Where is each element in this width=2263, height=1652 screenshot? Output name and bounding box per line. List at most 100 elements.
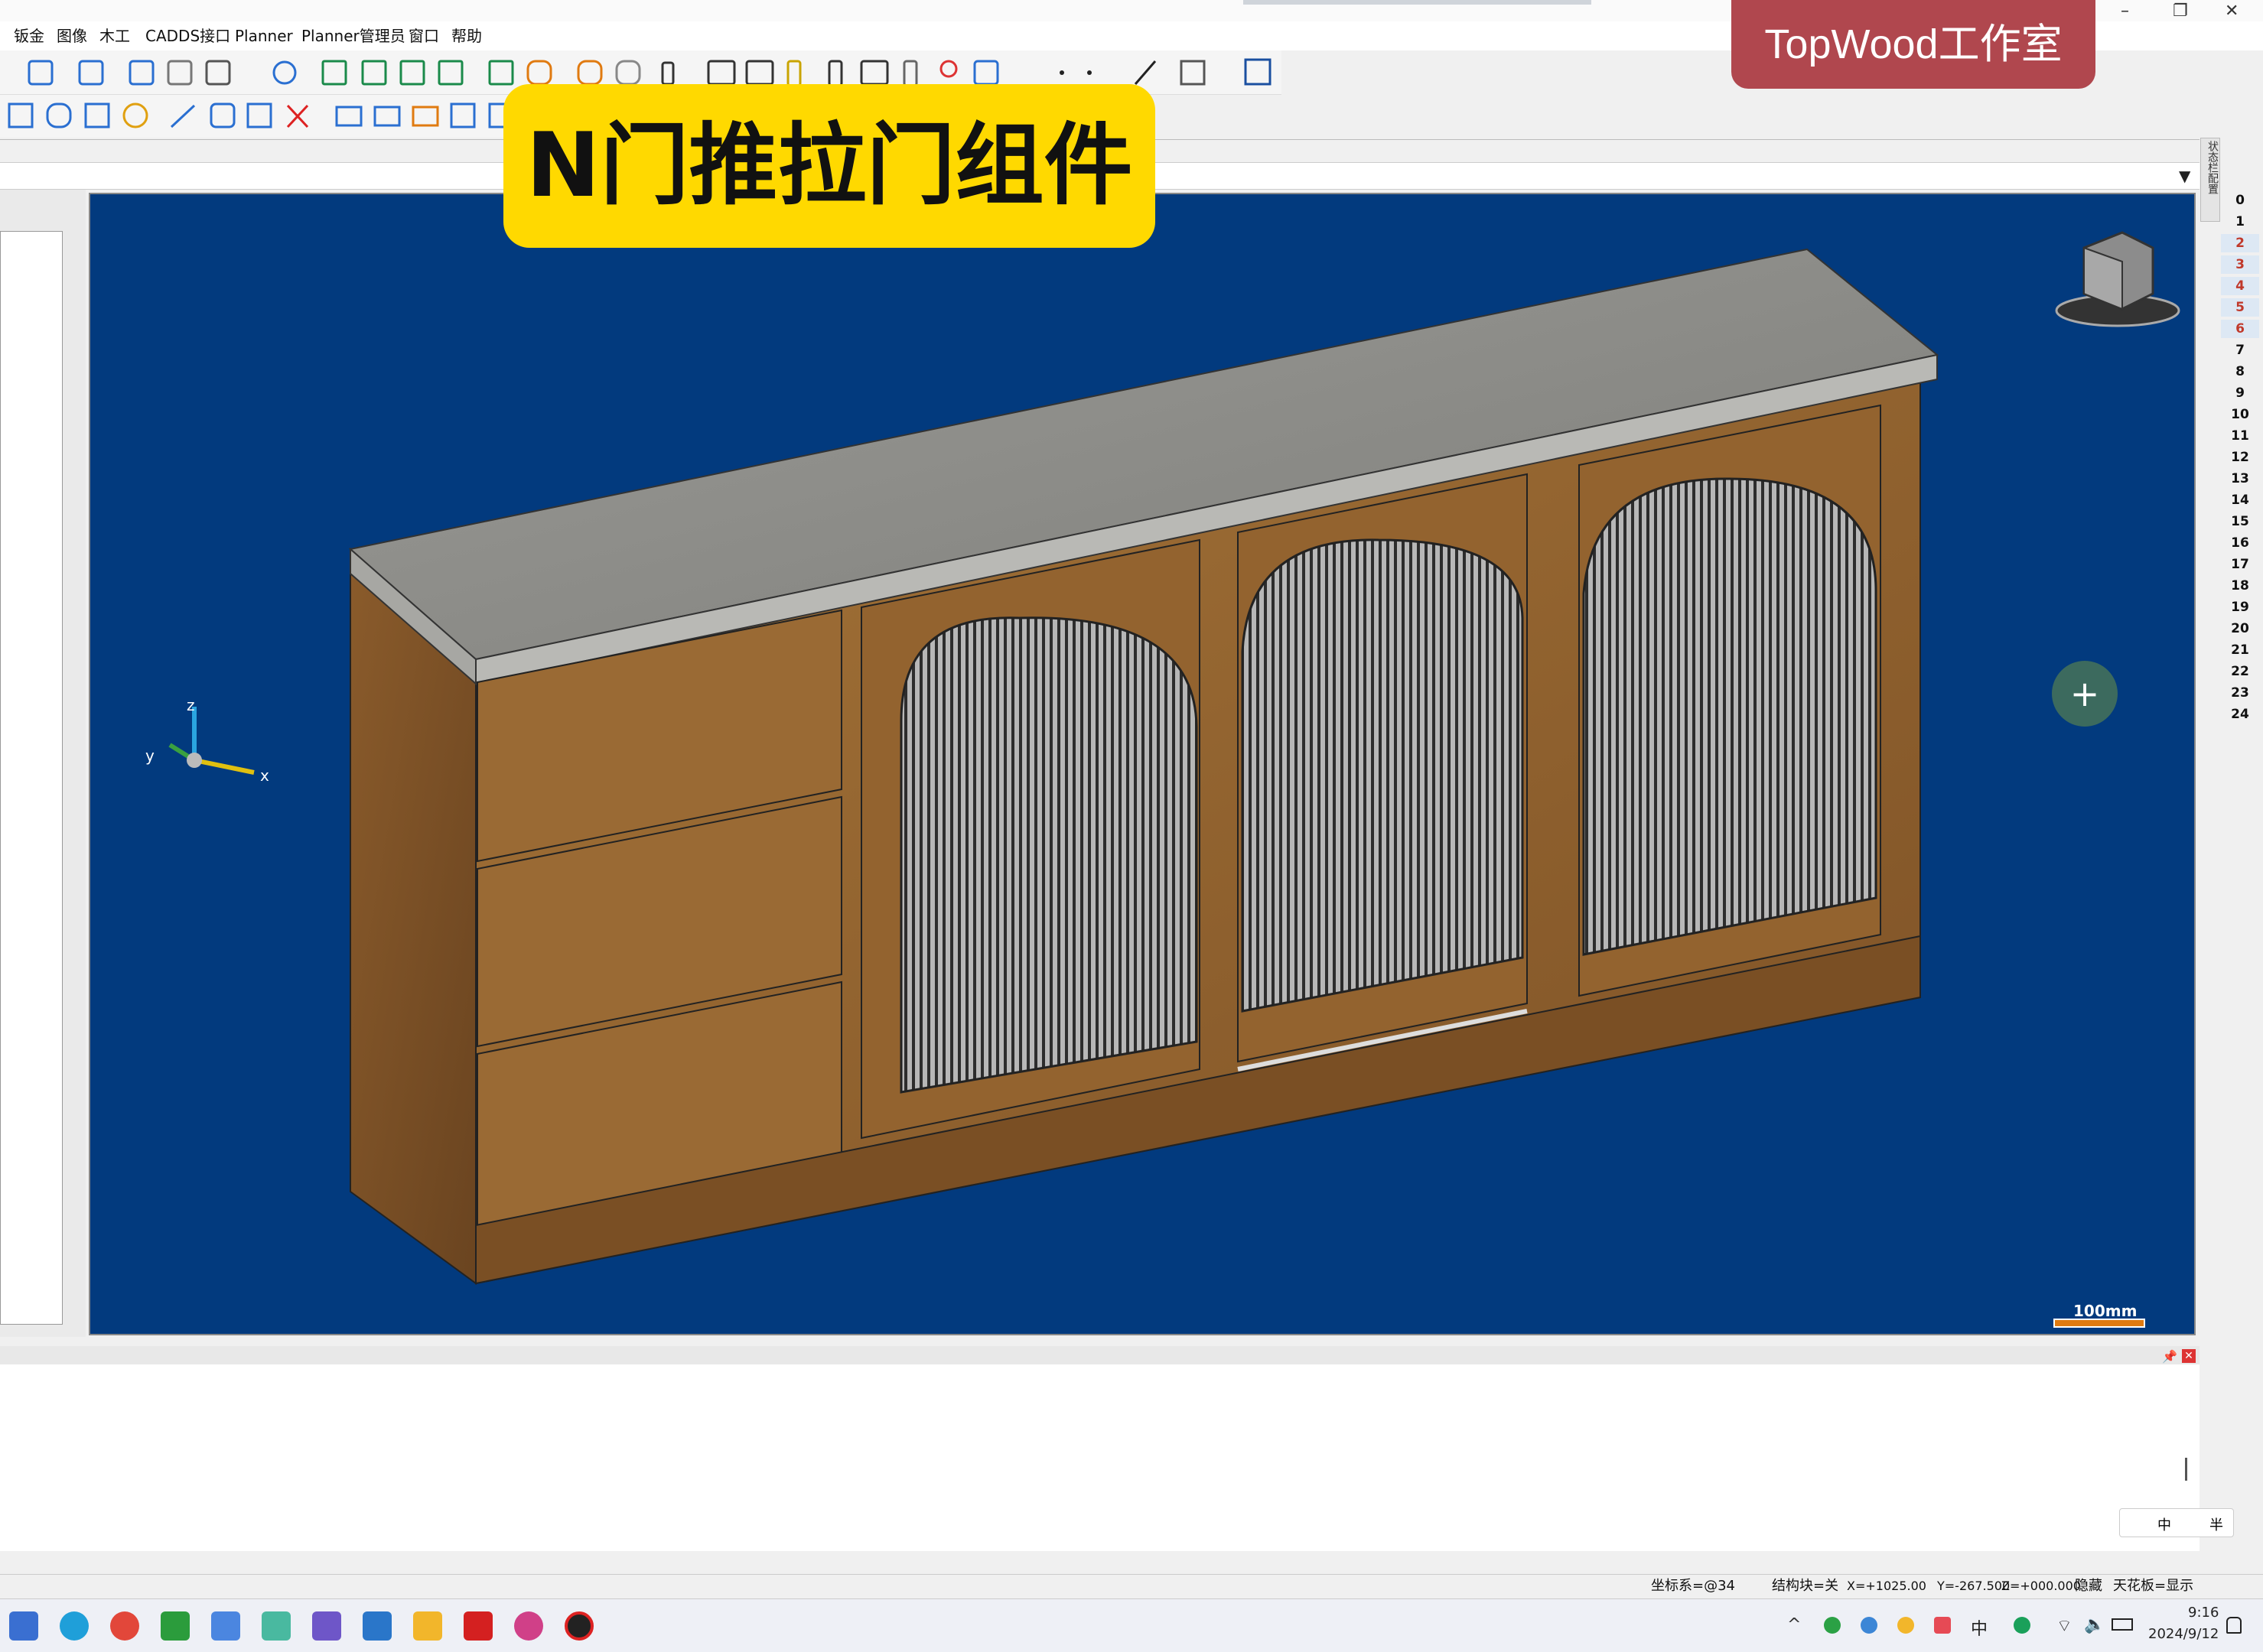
copy-icon: [8, 102, 34, 128]
clock-time[interactable]: 9:16: [2188, 1605, 2219, 1621]
chrome-icon[interactable]: [110, 1611, 139, 1641]
navigation-plus-button[interactable]: +: [2052, 661, 2118, 727]
chair-icon: [246, 102, 272, 128]
menu-help[interactable]: 帮助: [451, 26, 482, 46]
layer-item[interactable]: 20: [2221, 620, 2259, 638]
menu-image[interactable]: 图像: [57, 26, 87, 46]
align-icon: [129, 60, 155, 86]
status-x: X=+1025.00: [1847, 1579, 1926, 1593]
tray-red-icon[interactable]: [1934, 1617, 1951, 1634]
command-scrollbar[interactable]: [2185, 1458, 2187, 1481]
layer-item[interactable]: 4: [2221, 277, 2259, 295]
layer-item[interactable]: 13: [2221, 470, 2259, 488]
command-window[interactable]: [0, 1346, 2200, 1551]
tray-cloud-icon[interactable]: [1861, 1617, 1877, 1634]
layer-item[interactable]: 14: [2221, 491, 2259, 509]
menu-planner[interactable]: Planner: [235, 26, 293, 46]
side-tab-label[interactable]: 状态栏配置: [2203, 141, 2219, 194]
panel2-icon: [373, 106, 401, 127]
layer-item[interactable]: 5: [2221, 298, 2259, 317]
video-title: N门推拉门组件: [526, 114, 1133, 217]
tray-qq-icon[interactable]: [1897, 1617, 1914, 1634]
layer-item[interactable]: 12: [2221, 448, 2259, 467]
close-icon[interactable]: ✕: [2182, 1349, 2196, 1363]
minimize-button[interactable]: –: [2121, 2, 2129, 21]
autocad-icon[interactable]: [464, 1611, 493, 1641]
layer-item[interactable]: 6: [2221, 320, 2259, 338]
curve-icon: [122, 102, 148, 128]
axis-gizmo-icon: [168, 707, 255, 775]
menu-woodwork[interactable]: 木工: [99, 26, 130, 46]
layer-item[interactable]: 11: [2221, 427, 2259, 445]
cylinder-icon: [661, 61, 675, 86]
restore-button[interactable]: ❐: [2173, 2, 2188, 21]
menu-window[interactable]: 窗口: [409, 26, 439, 46]
panel-icon: [335, 106, 363, 127]
layer-item[interactable]: 8: [2221, 363, 2259, 381]
notification-icon[interactable]: [2226, 1617, 2242, 1634]
app-green-icon[interactable]: [161, 1611, 190, 1641]
layer-item[interactable]: 17: [2221, 555, 2259, 574]
ime-mode[interactable]: 中: [2157, 1514, 2171, 1534]
command-window-header: [0, 1346, 2200, 1364]
layer-item[interactable]: 9: [2221, 384, 2259, 402]
dowel-icon: [786, 60, 802, 87]
app-swirl-icon[interactable]: [514, 1611, 543, 1641]
menu-planner-admin[interactable]: Planner管理员: [301, 26, 405, 46]
layer-item[interactable]: 22: [2221, 662, 2259, 681]
clamp2-icon: [745, 60, 774, 86]
layer-item[interactable]: 16: [2221, 534, 2259, 552]
notepad-icon[interactable]: [211, 1611, 240, 1641]
layer-item[interactable]: 21: [2221, 641, 2259, 659]
pin-icon[interactable]: 📌: [2162, 1349, 2177, 1364]
layer-item[interactable]: 2: [2221, 234, 2259, 252]
wifi-icon[interactable]: ⌔: [2056, 1615, 2073, 1637]
hatch-icon: [1180, 60, 1206, 86]
layer-item[interactable]: 1: [2221, 213, 2259, 231]
calculator-icon[interactable]: [9, 1611, 38, 1641]
ime-width[interactable]: 半: [2209, 1514, 2223, 1534]
tray-language[interactable]: 中: [1971, 1615, 1988, 1640]
tray-assistant-icon[interactable]: [2014, 1617, 2030, 1634]
layer-item[interactable]: 19: [2221, 598, 2259, 616]
glasses-icon: [526, 60, 552, 86]
battery-icon[interactable]: [2112, 1618, 2133, 1631]
layer-item[interactable]: 7: [2221, 341, 2259, 359]
close-button[interactable]: ✕: [2225, 2, 2239, 21]
view-top-icon: [438, 60, 464, 86]
recorder-icon[interactable]: [565, 1611, 594, 1641]
layer-item[interactable]: 18: [2221, 577, 2259, 595]
sideboard-model: [348, 248, 1939, 1285]
window-icon[interactable]: [363, 1611, 392, 1641]
layer-item[interactable]: 0: [2221, 191, 2259, 210]
visual-studio-icon[interactable]: [312, 1611, 341, 1641]
layer-item[interactable]: 3: [2221, 255, 2259, 274]
layer-item[interactable]: 24: [2221, 705, 2259, 724]
file-explorer-icon[interactable]: [413, 1611, 442, 1641]
app-leaf-icon[interactable]: [262, 1611, 291, 1641]
3d-viewport[interactable]: + z y x 100mm: [89, 193, 2196, 1335]
menu-sheet-metal[interactable]: 钣金: [14, 26, 44, 46]
status-y: Y=-267.500: [1937, 1579, 2011, 1593]
select-icon: [28, 60, 54, 86]
glasses3-icon: [615, 60, 641, 86]
menu-cadds[interactable]: CADDS接口: [145, 26, 230, 46]
chevron-down-icon[interactable]: ▼: [2179, 167, 2190, 185]
tray-wechat-icon[interactable]: [1824, 1617, 1841, 1634]
tray-chevron-icon[interactable]: ^: [1787, 1615, 1801, 1634]
pattern-icon: [205, 60, 231, 86]
layer-item[interactable]: 15: [2221, 512, 2259, 531]
clock-date[interactable]: 2024/9/12: [2148, 1626, 2219, 1642]
tool-icon: [973, 60, 999, 86]
edge-icon[interactable]: [60, 1611, 89, 1641]
view-cube-icon[interactable]: [2053, 225, 2183, 340]
arch-icon: [46, 102, 72, 128]
scale-label: 100mm: [2073, 1302, 2138, 1320]
hook-icon: [167, 60, 193, 86]
layer-item[interactable]: 23: [2221, 684, 2259, 702]
layer-item[interactable]: 10: [2221, 405, 2259, 424]
left-panel-content[interactable]: [0, 231, 63, 1325]
toolbar-secondary-icons[interactable]: [0, 95, 528, 138]
volume-icon[interactable]: 🔈: [2084, 1615, 2105, 1634]
bolt-icon: [903, 60, 918, 87]
